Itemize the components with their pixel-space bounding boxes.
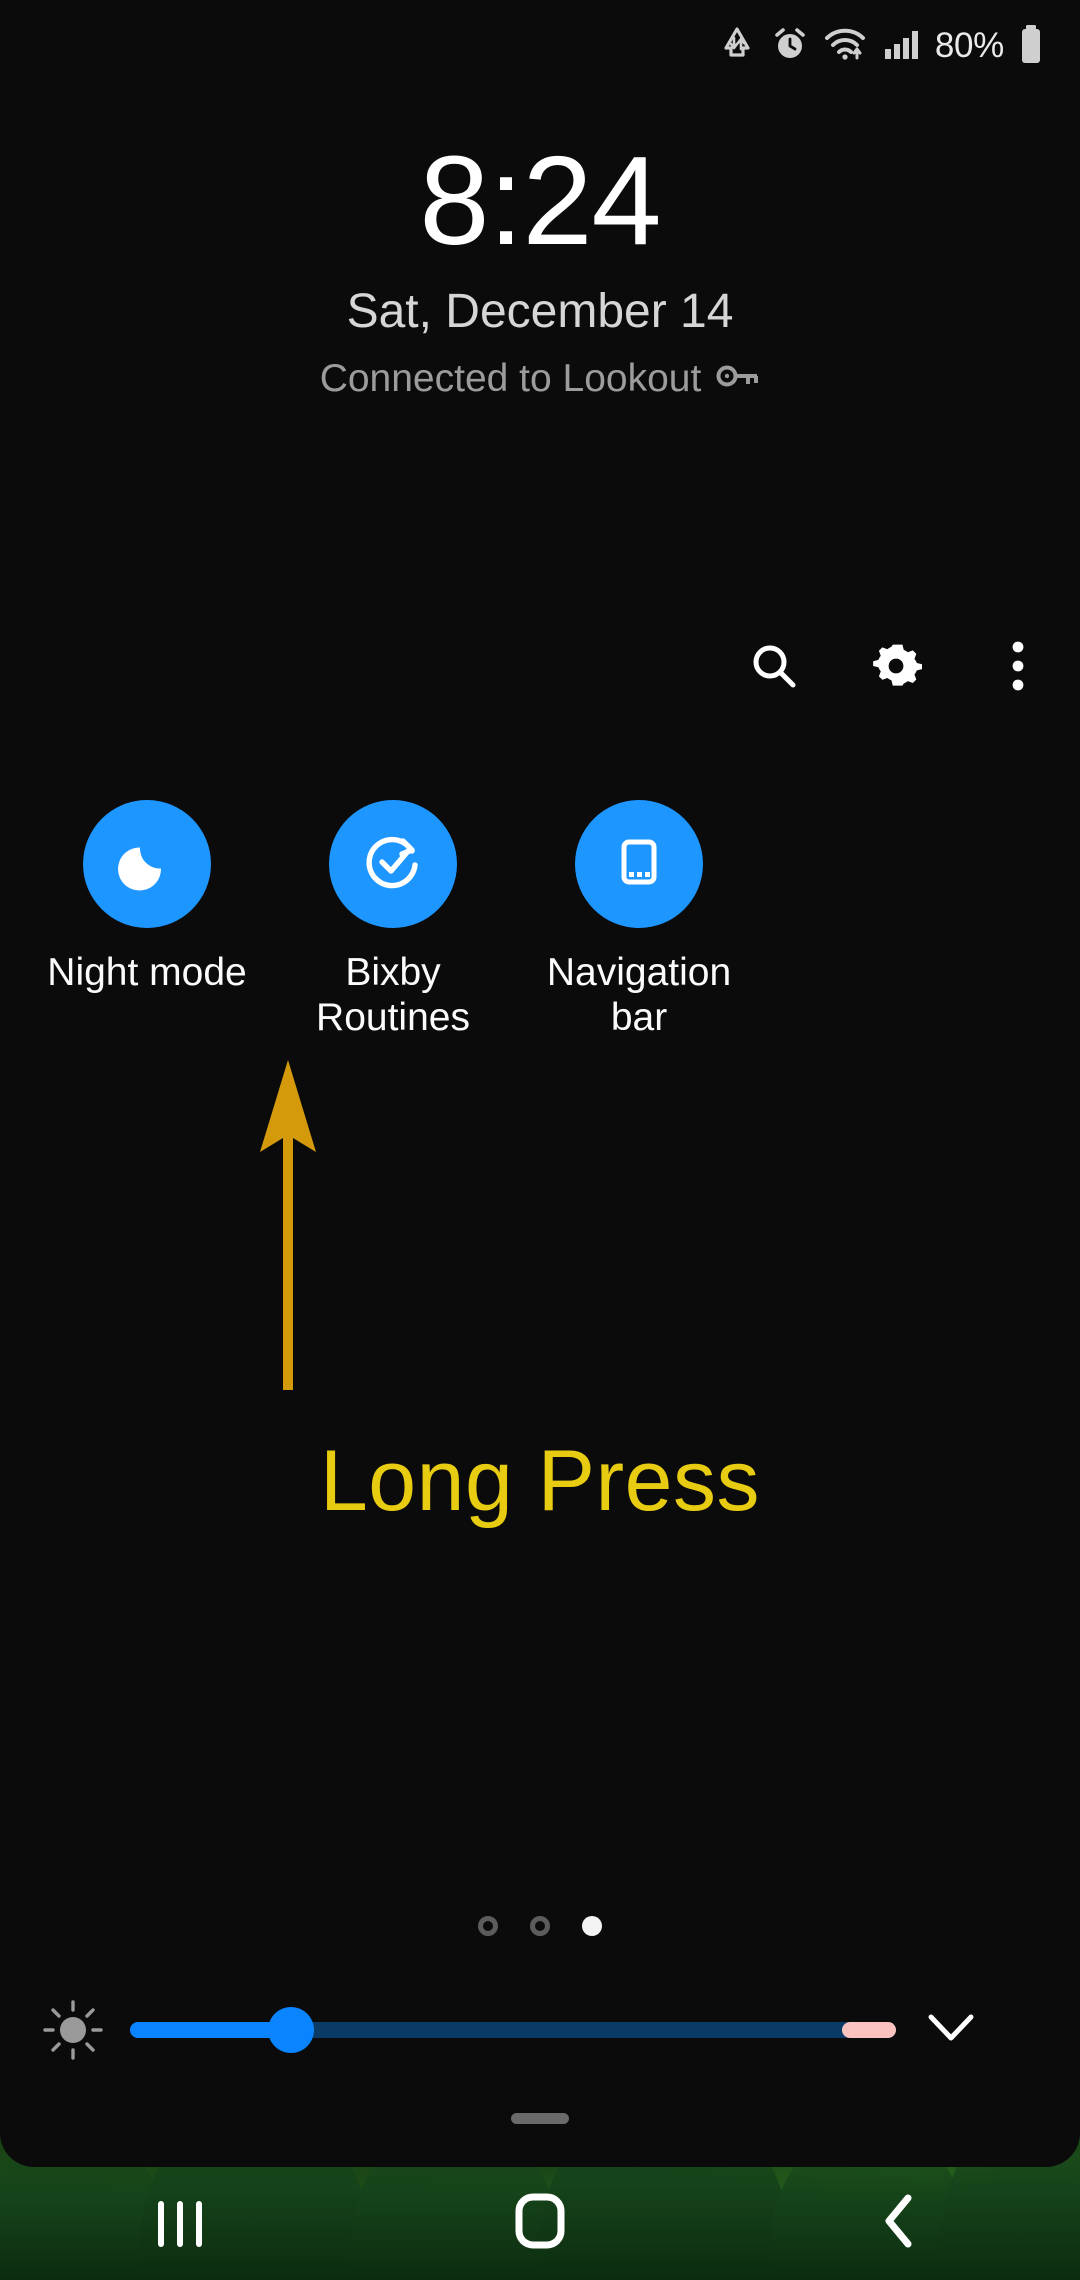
tile-navigation-bar[interactable]: Navigation bar: [516, 800, 762, 1040]
page-indicator: [0, 1916, 1080, 1936]
page-dot-active[interactable]: [582, 1916, 602, 1936]
tile-navigation-bar-label: Navigation bar: [546, 951, 732, 1040]
annotation-label: Long Press: [319, 1433, 761, 1529]
clock-time: 8:24: [419, 130, 661, 271]
home-icon: [515, 2193, 565, 2254]
chevron-down-icon: [925, 2011, 977, 2050]
page-dot[interactable]: [478, 1916, 498, 1936]
navigation-bar: [0, 2167, 1080, 2280]
home-button[interactable]: [435, 2167, 645, 2280]
recents-button[interactable]: [75, 2167, 285, 2280]
tile-night-mode-label: Night mode: [47, 951, 247, 994]
routine-check-icon: [360, 829, 426, 900]
up-arrow-annotation: [248, 1060, 328, 1395]
tile-night-mode[interactable]: Night mode: [24, 800, 270, 1040]
gear-icon: [870, 640, 923, 697]
brightness-slider-fill: [130, 2022, 291, 2038]
lock-clock-block: 8:24 Sat, December 14 Connected to Looko…: [0, 138, 1080, 401]
settings-button[interactable]: [868, 640, 924, 696]
tile-bixby-routines-circle: [329, 800, 457, 928]
tile-bixby-routines[interactable]: Bixby Routines: [270, 800, 516, 1040]
clock-date: Sat, December 14: [346, 285, 734, 338]
more-vertical-icon: [1008, 639, 1028, 698]
drag-handle[interactable]: [511, 2113, 569, 2124]
battery-icon: [1018, 23, 1044, 70]
search-button[interactable]: [746, 640, 802, 696]
brightness-slider[interactable]: [130, 1985, 896, 2075]
page-dot[interactable]: [530, 1916, 550, 1936]
moon-icon: [115, 830, 179, 899]
brightness-expand-button[interactable]: [896, 2011, 1006, 2050]
search-icon: [749, 641, 799, 696]
battery-percent-label: 80%: [934, 26, 1004, 65]
vpn-status-label: Connected to Lookout: [319, 356, 702, 400]
more-options-button[interactable]: [990, 640, 1046, 696]
brightness-auto-marker: [842, 2022, 896, 2038]
status-bar: 80%: [0, 0, 1080, 92]
brightness-icon: [34, 1998, 112, 2062]
quick-settings-tiles: Night mode Bixby Routines Navigation bar: [0, 800, 1080, 1040]
cellular-signal-icon: [880, 24, 920, 69]
quick-settings-toolbar: [746, 640, 1046, 696]
vpn-status-row: Connected to Lookout: [0, 357, 1080, 401]
tile-night-mode-circle: [83, 800, 211, 928]
back-icon: [880, 2192, 920, 2255]
alarm-icon: [770, 24, 810, 69]
wifi-icon: [823, 24, 867, 69]
quick-settings-panel: 80% 8:24 Sat, December 14 Connected to L…: [0, 0, 1080, 2167]
data-saver-icon: [717, 24, 757, 69]
brightness-slider-thumb[interactable]: [267, 2007, 314, 2053]
vpn-key-icon: [716, 362, 760, 395]
recents-icon: [158, 2200, 202, 2247]
back-button[interactable]: [795, 2167, 1005, 2280]
phone-navbar-icon: [607, 830, 671, 899]
brightness-row: [0, 1985, 1080, 2075]
tile-bixby-routines-label: Bixby Routines: [316, 951, 470, 1040]
tile-navigation-bar-circle: [575, 800, 703, 928]
